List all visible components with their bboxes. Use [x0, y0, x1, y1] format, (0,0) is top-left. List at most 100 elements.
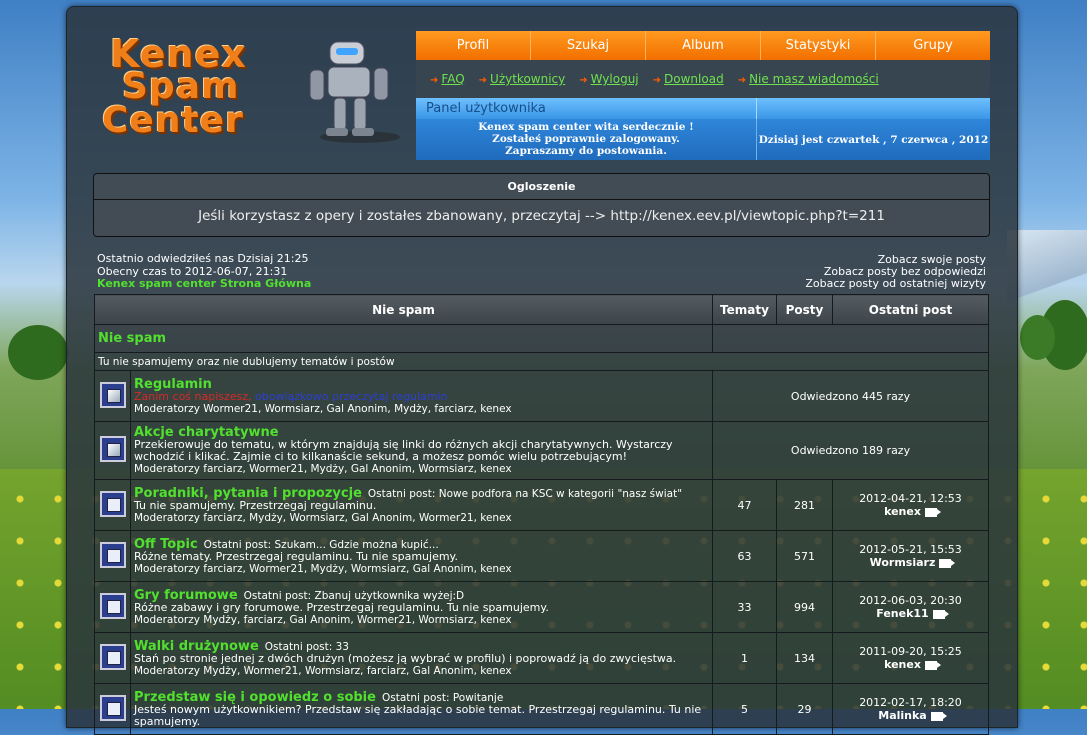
- link-messages-label: Nie masz wiadomości: [749, 72, 879, 86]
- forum-description: Jesteś nowym użytkownikiem? Przedstaw si…: [134, 702, 702, 728]
- forum-icon: [99, 694, 126, 721]
- user-panel: Panel użytkownika Kenex spam center wita…: [416, 98, 990, 160]
- forum-row: Regulamin Zanim coś napiszesz, obowiązko…: [94, 370, 989, 422]
- last-post-date: 2012-02-17, 18:20: [859, 696, 962, 709]
- forum-moderators: Moderatorzy farciarz, Wormer21, Mydży, W…: [134, 562, 512, 575]
- quick-links: ➜ FAQ ➜ Użytkownicy ➜ Wyloguj ➜ Download ➜ Ni…: [416, 60, 990, 98]
- forum-posts-count: 281: [776, 479, 833, 531]
- nav-tab-groups[interactable]: Grupy: [876, 31, 990, 60]
- link-users[interactable]: ➜ Użytkownicy: [479, 72, 566, 86]
- last-visit: Ostatnio odwiedziłeś nas Dzisiaj 21:25: [97, 252, 309, 265]
- header-posts: Posty: [776, 294, 833, 325]
- forum-topics-count: 47: [712, 479, 777, 531]
- arrow-icon: ➜: [737, 75, 747, 86]
- nav-tab-statistics[interactable]: Statystyki: [761, 31, 876, 60]
- last-post-user[interactable]: kenex: [884, 505, 921, 518]
- forum-last-post-title[interactable]: Ostatni post: Nowe podfora na KSC w kate…: [368, 488, 682, 500]
- announcement-box: Ogloszenie Jeśli korzystasz z opery i zo…: [93, 173, 990, 237]
- nav-tab-profile[interactable]: Profil: [416, 31, 531, 60]
- welcome-line-3: Zapraszamy do postowania.: [505, 145, 667, 157]
- forum-posts-count: 134: [776, 632, 833, 684]
- forum-description: Stań po stronie jednej z dwóch drużyn (m…: [134, 651, 677, 665]
- last-post-user[interactable]: Fenek11: [876, 607, 928, 620]
- forum-link-icon: [99, 381, 126, 408]
- posts-since-last-visit-link[interactable]: Zobacz posty od ostatniej wizyty: [805, 278, 986, 290]
- forum-moderators: Moderatorzy farciarz, Mydży, Wormsiarz, …: [134, 511, 512, 524]
- home-link[interactable]: Kenex spam center Strona Główna: [97, 277, 311, 291]
- arrow-icon: ➜: [478, 75, 488, 86]
- forum-last-post-title[interactable]: Ostatni post: Szukam... Gdzie można kupi…: [204, 539, 439, 551]
- forum-description: Różne zabawy i gry forumowe. Przestrzega…: [134, 600, 549, 614]
- forum-last-post-title[interactable]: Ostatni post: 33: [265, 641, 349, 653]
- link-users-label: Użytkownicy: [490, 72, 566, 86]
- forum-description: Różne tematy. Przestrzegaj regulaminu. T…: [134, 549, 458, 563]
- welcome-line-1: Kenex spam center wita serdecznie !: [478, 121, 694, 133]
- forum-icon: [99, 592, 126, 619]
- arrow-icon: ➜: [579, 75, 588, 86]
- link-download-label: Download: [664, 72, 724, 86]
- forum-posts-count: 571: [776, 530, 833, 582]
- forum-visited: Odwiedzono 189 razy: [712, 421, 989, 480]
- go-to-post-icon[interactable]: [924, 660, 941, 670]
- forum-last-post-title[interactable]: Ostatni post: Zbanuj użytkownika wyżej:D: [244, 590, 465, 602]
- last-post-user[interactable]: Malinka: [878, 709, 926, 722]
- forum-moderators: Moderatorzy Mydży, farciarz, Gal Anonim,…: [134, 613, 512, 626]
- forum-visited: Odwiedzono 445 razy: [712, 370, 989, 422]
- forum-desc-blue[interactable]: obowiązkowo przeczytaj regulamin: [255, 390, 447, 403]
- announcement-message: Jeśli korzystasz z opery i zostałes zban…: [198, 208, 885, 224]
- forum-last-post-title[interactable]: Ostatni post: Powitanje: [382, 692, 503, 704]
- link-faq[interactable]: ➜ FAQ: [430, 72, 465, 86]
- go-to-post-icon[interactable]: [932, 609, 949, 619]
- forum-moderators: Moderatorzy farciarz, Wormer21, Mydży, G…: [134, 463, 512, 475]
- announcement-title: Ogloszenie: [94, 174, 989, 200]
- go-to-post-icon[interactable]: [924, 507, 941, 517]
- go-to-post-icon[interactable]: [930, 711, 947, 721]
- logo-line-3: Center: [102, 100, 244, 141]
- forum-icon: [99, 541, 126, 568]
- link-logout[interactable]: ➜ Wyloguj: [579, 72, 638, 86]
- forum-row: Akcje charytatywne Przekierowuje do tema…: [94, 421, 989, 480]
- forum-description: Przekierowuje do tematu, w którym znajdu…: [134, 438, 673, 463]
- forum-icon: [99, 643, 126, 670]
- forum-row: Poradniki, pytania i propozycje Ostatni p…: [94, 479, 989, 531]
- link-logout-label: Wyloguj: [590, 72, 639, 86]
- arrow-icon: ➜: [652, 75, 662, 86]
- post-links: Zobacz swoje posty Zobacz posty bez odpo…: [805, 254, 986, 290]
- go-to-post-icon[interactable]: [939, 558, 956, 568]
- site-logo[interactable]: Kenex Spam Center: [98, 32, 408, 147]
- visit-info: Ostatnio odwiedziłeś nas Dzisiaj 21:25 O…: [97, 252, 311, 291]
- forum-moderators: Moderatorzy Wormer21, Wormsiarz, Gal Ano…: [134, 402, 512, 415]
- forum-topics-count: 1: [712, 632, 777, 684]
- welcome-message: Kenex spam center wita serdecznie ! Zost…: [416, 119, 757, 160]
- forum-row: Walki drużynowe Ostatni post: 33 Stań po …: [94, 632, 989, 684]
- forum-topics-count: 33: [712, 581, 777, 633]
- link-messages[interactable]: ➜ Nie masz wiadomości: [738, 72, 879, 86]
- last-post-user[interactable]: kenex: [884, 658, 921, 671]
- link-faq-label: FAQ: [441, 72, 465, 86]
- nav-tab-album[interactable]: Album: [646, 31, 761, 60]
- forum-row: Przedstaw się i opowiedz o sobie Ostatni …: [94, 683, 989, 735]
- top-navigation: Profil Szukaj Album Statystyki Grupy: [416, 31, 990, 60]
- last-post-date: 2012-04-21, 12:53: [859, 492, 962, 505]
- forum-row: Gry forumowe Ostatni post: Zbanuj użytkow…: [94, 581, 989, 633]
- user-panel-title: Panel użytkownika: [416, 98, 757, 119]
- forum-table: Nie spam Tematy Posty Ostatni post Nie s…: [94, 294, 989, 735]
- forum-description: Tu nie spamujemy. Przestrzegaj regulamin…: [134, 498, 377, 512]
- last-post-user[interactable]: Wormsiarz: [870, 556, 936, 569]
- current-date: Dzisiaj jest czwartek , 7 czerwca , 2012: [758, 133, 989, 146]
- welcome-line-2: Zostałeś poprawnie zalogowany.: [492, 133, 680, 145]
- link-download[interactable]: ➜ Download: [653, 72, 724, 86]
- forum-row: Off Topic Ostatni post: Szukam... Gdzie m…: [94, 530, 989, 582]
- category-title[interactable]: Nie spam: [94, 324, 713, 353]
- nav-tab-search[interactable]: Szukaj: [531, 31, 646, 60]
- robot-icon: [309, 41, 400, 143]
- forum-posts-count: 29: [776, 683, 833, 735]
- header-forum: Nie spam: [94, 294, 713, 325]
- header-last-post: Ostatni post: [832, 294, 989, 325]
- forum-topics-count: 5: [712, 683, 777, 735]
- arrow-icon: ➜: [430, 75, 439, 86]
- forum-posts-count: 994: [776, 581, 833, 633]
- forum-moderators: Moderatorzy Mydży, Wormer21, Wormsiarz, …: [134, 664, 512, 677]
- forum-link-icon: [99, 436, 126, 462]
- forum-desc-red: Zanim coś napiszesz,: [134, 389, 256, 403]
